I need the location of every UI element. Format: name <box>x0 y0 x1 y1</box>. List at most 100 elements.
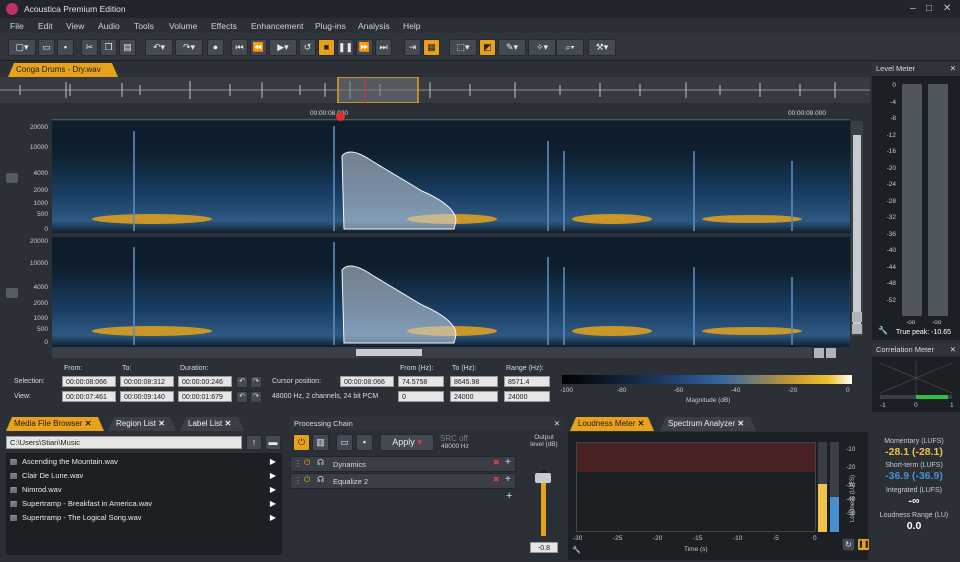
drag-handle-icon[interactable]: ⋮ <box>294 459 302 468</box>
copy-icon[interactable]: ❐ <box>100 39 117 56</box>
drag-handle-icon[interactable]: ⋮ <box>294 476 302 485</box>
maximize-icon[interactable]: □ <box>926 3 932 14</box>
menu-view[interactable]: View <box>66 21 84 31</box>
close-tab-icon[interactable]: ✕ <box>158 419 165 428</box>
save-chain-icon[interactable]: ▪ <box>356 434 373 451</box>
menu-enhancement[interactable]: Enhancement <box>251 21 303 31</box>
headphones-icon[interactable]: ☊ <box>317 475 324 484</box>
rewind-icon[interactable]: ⏪ <box>250 39 267 56</box>
power-icon[interactable]: ⏻ <box>304 458 310 468</box>
close-tab-icon[interactable]: ✕ <box>737 419 744 428</box>
menu-effects[interactable]: Effects <box>211 21 237 31</box>
go-start-icon[interactable]: ⏮ <box>231 39 248 56</box>
redo-button[interactable]: ↷▾ <box>175 39 203 56</box>
cursor-position-field[interactable]: 00:00:08:066 <box>340 376 394 387</box>
chain-item-equalize[interactable]: ⋮ ⏻ ☊ Equalize 2 ✖ + <box>290 473 516 489</box>
add-icon[interactable]: + <box>505 474 511 485</box>
view-to-field[interactable]: 00:00:09:140 <box>120 391 174 402</box>
zoom-in-icon[interactable] <box>852 312 862 322</box>
close-panel-icon[interactable]: ✕ <box>554 417 560 430</box>
pause-meter-icon[interactable]: ❚❚ <box>857 538 870 551</box>
remove-icon[interactable]: ✖ <box>493 458 500 467</box>
close-panel-icon[interactable]: ✕ <box>950 343 956 356</box>
channel-toggle-icon[interactable] <box>6 288 18 298</box>
tab-loudness-meter[interactable]: Loudness Meter ✕ <box>570 417 654 431</box>
close-tab-icon[interactable]: ✕ <box>85 419 92 428</box>
tab-region-list[interactable]: Region List ✕ <box>108 417 176 431</box>
play-file-icon[interactable]: ▶ <box>270 469 276 483</box>
settings-wrench-icon[interactable]: 🔧 <box>572 546 581 554</box>
select-tool-button[interactable]: ⬚▾ <box>449 39 477 56</box>
from-hz-view-field[interactable]: 0 <box>398 391 444 402</box>
play-file-icon[interactable]: ▶ <box>270 455 276 469</box>
redo-view-icon[interactable]: ↷ <box>250 391 262 403</box>
up-folder-icon[interactable]: ↑ <box>246 435 262 450</box>
menu-edit[interactable]: Edit <box>38 21 53 31</box>
fast-forward-icon[interactable]: ⏩ <box>356 39 373 56</box>
vertical-scrollbar[interactable] <box>851 121 863 336</box>
selection-to-field[interactable]: 00:00:08:312 <box>120 376 174 387</box>
close-tab-icon[interactable]: ✕ <box>224 419 231 428</box>
tab-media-file-browser[interactable]: Media File Browser ✕ <box>6 417 104 431</box>
channel-toggle-icon[interactable] <box>6 173 18 183</box>
clipboard-icon[interactable]: ▥ <box>312 434 329 451</box>
document-tab[interactable]: Conga Drums - Dry.wav ✕ <box>8 63 118 77</box>
close-tab-icon[interactable]: ✕ <box>638 419 645 428</box>
spectrogram-channel-1[interactable] <box>52 121 850 233</box>
redo-selection-icon[interactable]: ↷ <box>250 376 262 388</box>
stop-icon[interactable]: ■ <box>318 39 335 56</box>
add-effect-icon[interactable]: + <box>506 490 512 502</box>
record-icon[interactable]: ● <box>207 39 224 56</box>
cut-icon[interactable]: ✂ <box>81 39 98 56</box>
pause-icon[interactable]: ❚❚ <box>337 39 354 56</box>
tab-label-list[interactable]: Label List ✕ <box>180 417 244 431</box>
headphones-icon[interactable]: ☊ <box>317 458 324 467</box>
menu-plugins[interactable]: Plug-ins <box>315 21 346 31</box>
power-icon[interactable]: ⏻ <box>304 475 310 485</box>
overview-waveform[interactable] <box>0 77 870 103</box>
play-file-icon[interactable]: ▶ <box>270 497 276 511</box>
file-item[interactable]: ▤ Supertramp - Breakfast in America.wav … <box>6 497 282 511</box>
go-end-icon[interactable]: ⏭ <box>375 39 392 56</box>
close-panel-icon[interactable]: ✕ <box>950 62 956 75</box>
file-item[interactable]: ▤ Ascending the Mountain.wav ▶ <box>6 455 282 469</box>
path-dropdown[interactable]: C:\Users\Stian\Music <box>6 436 242 449</box>
paste-icon[interactable]: ▤ <box>119 39 136 56</box>
timeline-ruler[interactable] <box>52 108 850 120</box>
menu-file[interactable]: File <box>10 21 24 31</box>
selection-from-field[interactable]: 00:00:08:066 <box>62 376 116 387</box>
loop-icon[interactable]: ↺ <box>299 39 316 56</box>
menu-volume[interactable]: Volume <box>169 21 197 31</box>
file-item[interactable]: ▤ Nimrod.wav ▶ <box>6 483 282 497</box>
range-hz-field[interactable]: 8571.4 <box>504 376 550 387</box>
menu-help[interactable]: Help <box>403 21 420 31</box>
zoom-tool-button[interactable]: ⌕▾ <box>556 39 584 56</box>
browse-folder-icon[interactable]: ▬ <box>265 435 281 450</box>
to-hz-field[interactable]: 8645.98 <box>450 376 498 387</box>
open-folder-icon[interactable]: ▭ <box>38 39 55 56</box>
play-file-icon[interactable]: ▶ <box>270 511 276 525</box>
scroll-thumb[interactable] <box>853 135 861 325</box>
menu-analysis[interactable]: Analysis <box>358 21 390 31</box>
play-file-icon[interactable]: ▶ <box>270 483 276 497</box>
save-icon[interactable]: ▪ <box>57 39 74 56</box>
add-icon[interactable]: + <box>505 457 511 468</box>
zoom-out-h-icon[interactable] <box>826 348 836 358</box>
new-file-button[interactable]: ▢▾ <box>8 39 36 56</box>
spectrogram-view-icon[interactable]: ▦ <box>423 39 440 56</box>
playhead-marker-icon[interactable] <box>336 112 345 121</box>
menu-tools[interactable]: Tools <box>134 21 154 31</box>
effects-tool-button[interactable]: ⚒▾ <box>588 39 616 56</box>
play-button[interactable]: ▶▾ <box>269 39 297 56</box>
tab-spectrum-analyzer[interactable]: Spectrum Analyzer ✕ <box>660 417 756 431</box>
from-hz-field[interactable]: 74.5758 <box>398 376 444 387</box>
skip-icon[interactable]: ⇥ <box>404 39 421 56</box>
undo-view-icon[interactable]: ↶ <box>236 391 248 403</box>
to-hz-view-field[interactable]: 24000 <box>450 391 498 402</box>
range-hz-view-field[interactable]: 24000 <box>504 391 550 402</box>
open-chain-icon[interactable]: ▭ <box>336 434 353 451</box>
view-from-field[interactable]: 00:00:07:461 <box>62 391 116 402</box>
minimize-icon[interactable]: – <box>910 3 916 14</box>
close-icon[interactable]: ✕ <box>943 3 951 14</box>
spectrogram-channel-2[interactable] <box>52 237 850 347</box>
